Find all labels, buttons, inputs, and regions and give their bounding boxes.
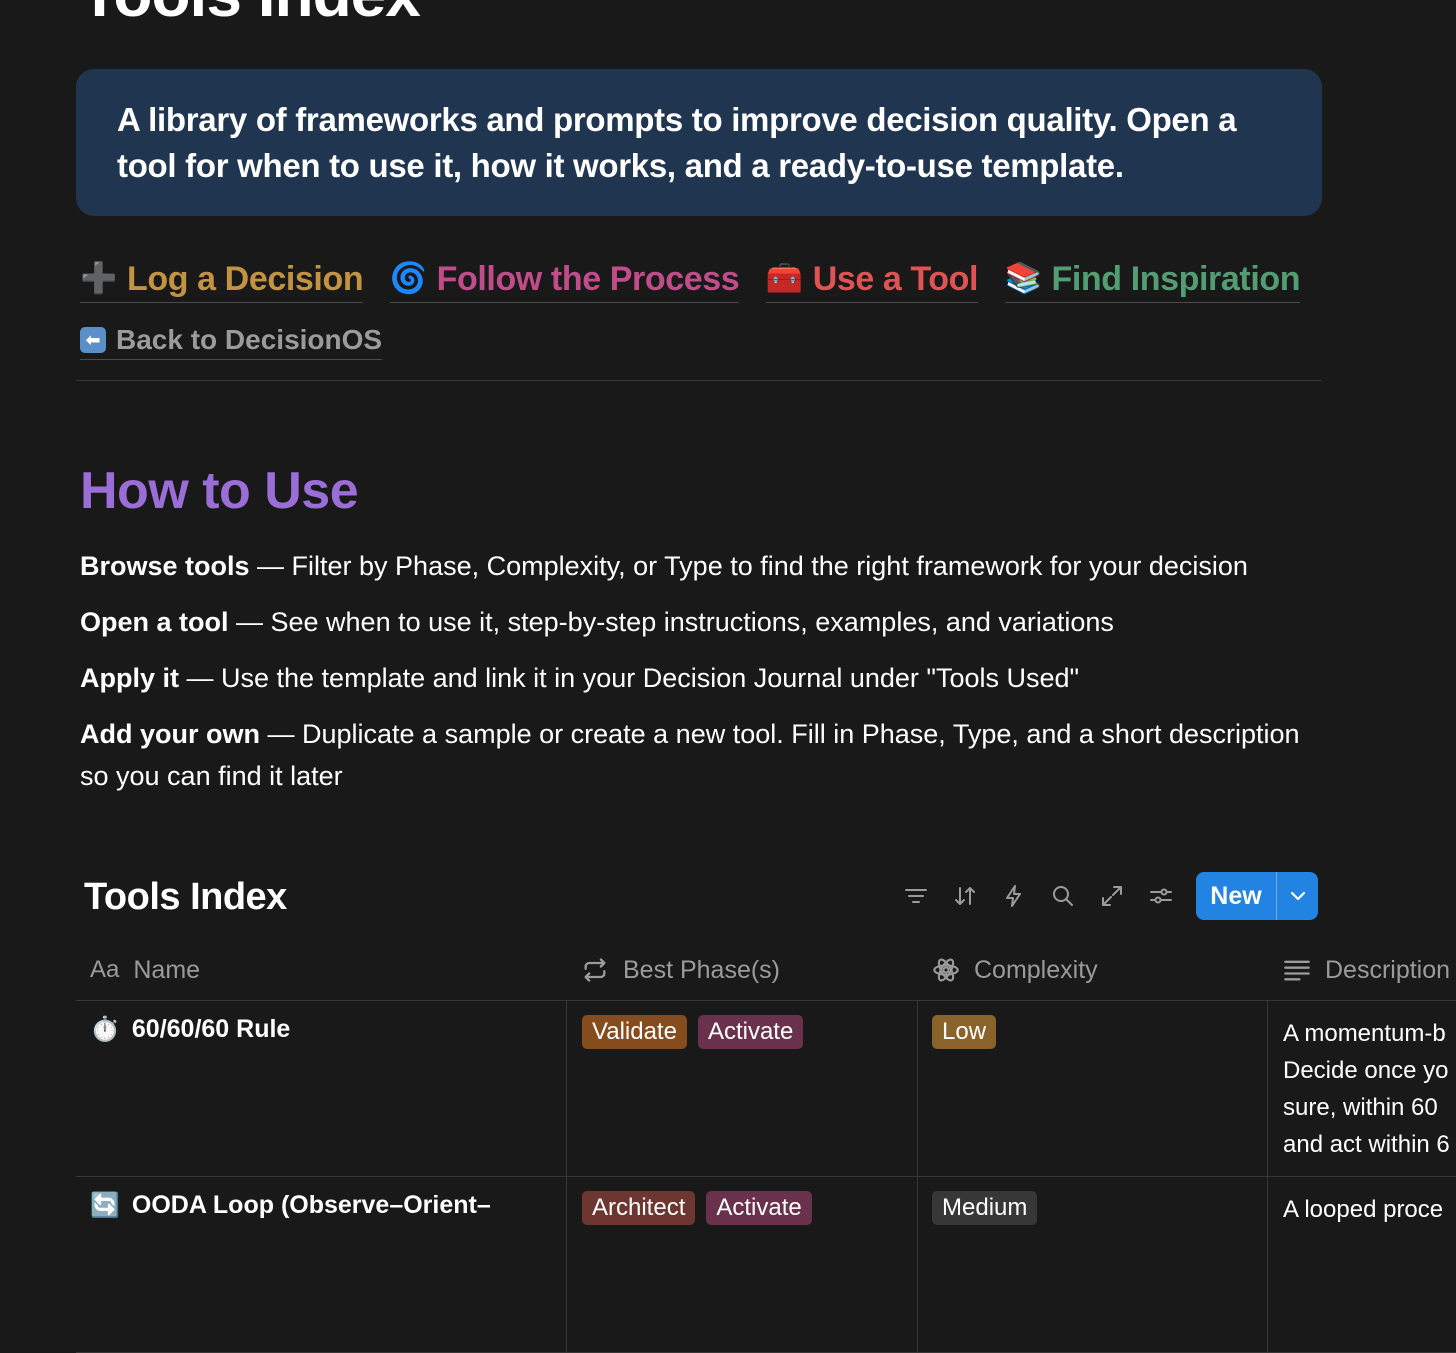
back-arrow-icon: ⬅ (80, 327, 106, 353)
sort-icon[interactable] (943, 874, 987, 918)
new-dropdown-button[interactable] (1277, 872, 1318, 920)
row-phases[interactable]: Architect Activate (582, 1191, 823, 1225)
how-to-item-text: — Use the template and link it in your D… (179, 663, 1080, 693)
log-decision-label: Log a Decision (126, 260, 364, 298)
new-button-group: New (1196, 872, 1318, 920)
row-name[interactable]: 🔄 OODA Loop (Observe–Orient– (90, 1191, 491, 1220)
title-property-icon: Aa (90, 956, 120, 983)
phase-tag: Activate (697, 1015, 804, 1049)
phase-tag: Activate (706, 1191, 812, 1225)
column-label: Best Phase(s) (623, 955, 781, 984)
column-label: Description (1325, 955, 1451, 984)
how-to-item-text: — See when to use it, step-by-step instr… (228, 607, 1114, 637)
table-header: Aa Name Best Phase(s) Complexity Descrip… (76, 940, 1456, 1001)
column-divider (917, 1177, 918, 1352)
search-icon[interactable] (1041, 874, 1085, 918)
spiral-icon: 🌀 (389, 262, 427, 295)
complexity-tag: Medium (932, 1191, 1038, 1225)
follow-process-label: Follow the Process (436, 260, 740, 298)
column-divider (1267, 1177, 1268, 1352)
description-line: A looped proce (1283, 1196, 1444, 1223)
log-decision-link[interactable]: ➕ Log a Decision (80, 256, 364, 303)
select-icon (933, 958, 959, 982)
column-label: Name (133, 955, 201, 984)
callout-text: A library of frameworks and prompts to i… (117, 101, 1237, 184)
use-tool-label: Use a Tool (812, 260, 979, 298)
filter-icon[interactable] (894, 874, 938, 918)
row-name-text: 60/60/60 Rule (131, 1015, 291, 1043)
row-name-text: OODA Loop (Observe–Orient– (131, 1191, 491, 1219)
back-link-label: Back to DecisionOS (116, 324, 383, 355)
description-line: A momentum-b (1283, 1020, 1446, 1047)
books-icon: 📚 (1004, 262, 1042, 295)
find-inspiration-link[interactable]: 📚 Find Inspiration (1004, 256, 1301, 303)
how-to-item-text: — Filter by Phase, Complexity, or Type t… (249, 551, 1248, 581)
how-to-use-heading: How to Use (80, 462, 359, 520)
phase-tag: Validate (582, 1015, 687, 1049)
description-callout: A library of frameworks and prompts to i… (76, 69, 1322, 216)
description-line: Decide once yo (1283, 1057, 1449, 1084)
how-to-item: Browse tools — Filter by Phase, Complexi… (80, 545, 1330, 587)
how-to-item-text: — Duplicate a sample or create a new too… (80, 719, 1300, 791)
automation-icon[interactable] (992, 874, 1036, 918)
how-to-item: Apply it — Use the template and link it … (80, 657, 1330, 699)
find-inspiration-label: Find Inspiration (1051, 260, 1301, 298)
divider (76, 380, 1322, 381)
how-to-item: Add your own — Duplicate a sample or cre… (80, 713, 1330, 797)
database-toolbar (894, 872, 1188, 920)
column-label: Complexity (974, 955, 1098, 984)
column-header-complexity[interactable]: Complexity (932, 940, 1098, 1000)
settings-icon[interactable] (1139, 874, 1183, 918)
nav-links: ➕ Log a Decision 🌀 Follow the Process 🧰 … (80, 256, 1322, 303)
column-header-description[interactable]: Description (1283, 940, 1450, 1000)
description-line: sure, within 60 (1283, 1094, 1438, 1121)
column-header-best-phases[interactable]: Best Phase(s) (581, 940, 780, 1000)
how-to-item: Open a tool — See when to use it, step-b… (80, 601, 1330, 643)
column-divider (1267, 1001, 1268, 1176)
how-to-item-bold: Add your own (80, 719, 260, 749)
phase-tag: Architect (582, 1191, 696, 1225)
how-to-item-bold: Browse tools (80, 551, 250, 581)
chevron-down-icon (1290, 891, 1305, 901)
text-icon (1284, 960, 1310, 981)
row-description[interactable]: A looped proce (1283, 1191, 1443, 1228)
row-description[interactable]: A momentum-b Decide once yo sure, within… (1283, 1015, 1450, 1163)
row-phases[interactable]: Validate Activate (582, 1015, 814, 1049)
new-button[interactable]: New (1196, 872, 1276, 920)
column-divider (566, 1177, 567, 1352)
row-name[interactable]: ⏱️ 60/60/60 Rule (90, 1015, 290, 1044)
column-divider (566, 1001, 567, 1176)
plus-icon: ➕ (80, 262, 117, 295)
tools-table: Aa Name Best Phase(s) Complexity Descrip… (76, 940, 1456, 1353)
follow-process-link[interactable]: 🌀 Follow the Process (389, 256, 740, 303)
how-to-item-bold: Apply it (80, 663, 179, 693)
table-row[interactable]: ⏱️ 60/60/60 Rule Validate Activate Low A … (76, 1001, 1456, 1177)
how-to-item-bold: Open a tool (80, 607, 229, 637)
relation-icon (584, 958, 606, 982)
stopwatch-icon: ⏱️ (90, 1016, 120, 1043)
back-to-decisionos-link[interactable]: ⬅ Back to DecisionOS (80, 321, 383, 360)
row-complexity[interactable]: Low (932, 1015, 1007, 1049)
how-to-list: Browse tools — Filter by Phase, Complexi… (80, 545, 1330, 811)
column-divider (917, 1001, 918, 1176)
column-header-name[interactable]: Aa Name (90, 940, 200, 1000)
database-title[interactable]: Tools Index (84, 874, 287, 920)
page-title: Tools Index (80, 0, 421, 26)
complexity-tag: Low (932, 1015, 997, 1049)
expand-icon[interactable] (1090, 874, 1134, 918)
toolbox-icon: 🧰 (765, 262, 803, 295)
row-complexity[interactable]: Medium (932, 1191, 1048, 1225)
description-line: and act within 6 (1283, 1131, 1450, 1158)
table-row[interactable]: 🔄 OODA Loop (Observe–Orient– Architect Ac… (76, 1177, 1456, 1353)
loop-icon: 🔄 (90, 1192, 120, 1219)
use-tool-link[interactable]: 🧰 Use a Tool (765, 256, 979, 303)
